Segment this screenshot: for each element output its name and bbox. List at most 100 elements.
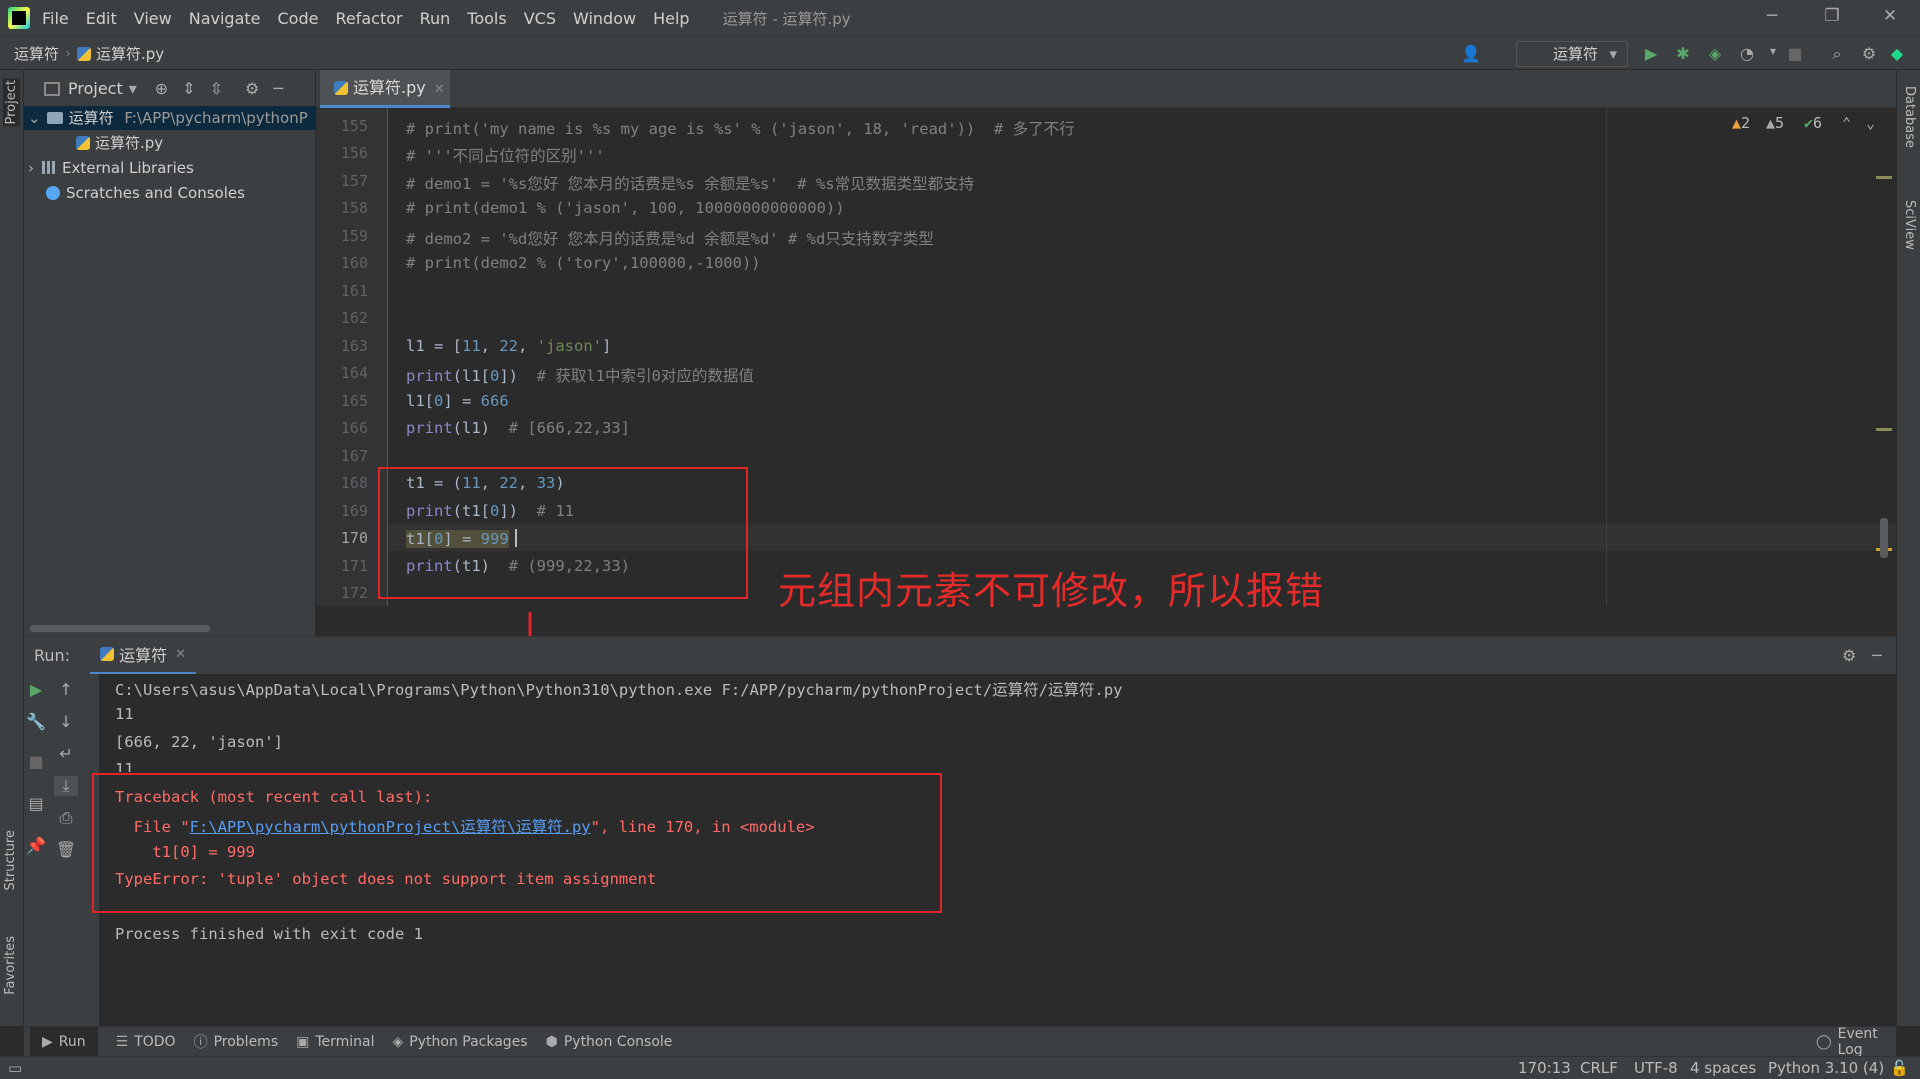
locate-icon[interactable]: ⊕ <box>155 79 168 98</box>
trash-icon[interactable]: 🗑 <box>54 840 78 859</box>
external-libraries-label: External Libraries <box>62 159 194 177</box>
tab-terminal[interactable]: ▣ Terminal <box>296 1034 374 1050</box>
tree-item-root[interactable]: ⌄ 运算符 F:\APP\pycharm\pythonP <box>24 106 316 130</box>
tab-run[interactable]: ▶ Run <box>30 1026 98 1057</box>
chevron-down-icon[interactable]: ▾ <box>129 79 137 98</box>
line-number: 171 <box>340 557 368 575</box>
weak-warning-icon[interactable]: ▲5 <box>1766 114 1784 132</box>
menu-navigate[interactable]: Navigate <box>189 9 261 28</box>
menu-file[interactable]: File <box>42 9 69 28</box>
tab-problems[interactable]: ⓘ Problems <box>194 1032 279 1052</box>
line-number: 165 <box>340 392 368 410</box>
arrow-up-icon[interactable]: ↑ <box>54 680 78 699</box>
user-icon[interactable]: 👤 <box>1460 44 1482 63</box>
rerun-icon[interactable]: ▶ <box>24 680 48 699</box>
structure-tool-tab[interactable]: Structure <box>3 830 18 890</box>
warning-icon[interactable]: ▲2 <box>1732 114 1750 132</box>
process-finished: Process finished with exit code 1 <box>115 925 423 943</box>
debug-icon[interactable]: ✱ <box>1672 44 1694 63</box>
horizontal-scrollbar[interactable] <box>30 625 210 632</box>
line-separator[interactable]: CRLF <box>1580 1059 1618 1077</box>
tab-file[interactable]: 运算符.py ✕ <box>320 70 450 108</box>
menu-run[interactable]: Run <box>420 9 451 28</box>
layout-toggle-icon[interactable]: ▭ <box>8 1059 22 1077</box>
python-file-icon <box>334 81 348 95</box>
breadcrumb-project[interactable]: 运算符 <box>14 43 59 64</box>
stop-icon[interactable]: ■ <box>1784 44 1806 63</box>
weak-warning-count: 5 <box>1775 114 1785 132</box>
hide-panel-icon[interactable]: ─ <box>273 79 283 98</box>
run-config-select[interactable]: 运算符 <box>1516 41 1628 67</box>
error-stripe-marker[interactable] <box>1876 428 1892 431</box>
typo-ok-icon[interactable]: ✔6 <box>1804 114 1822 132</box>
soft-wrap-icon[interactable]: ↵ <box>54 744 78 763</box>
code-line-166: print(l1) # [666,22,33] <box>406 419 630 437</box>
chevron-right-icon[interactable]: › <box>28 159 34 177</box>
favorites-tool-tab[interactable]: Favorites <box>3 936 18 995</box>
annotation-box-traceback <box>92 773 942 913</box>
gear-icon[interactable]: ⚙ <box>245 79 259 98</box>
menu-code[interactable]: Code <box>278 9 319 28</box>
python-file-icon <box>100 647 115 661</box>
close-icon[interactable]: ✕ <box>1878 6 1902 26</box>
expand-all-icon[interactable]: ⇕ <box>182 79 195 98</box>
code-comment: # [666,22,33] <box>508 419 630 437</box>
restore-icon[interactable]: ❐ <box>1820 6 1844 26</box>
database-tool-tab[interactable]: Database <box>1902 86 1917 148</box>
arrow-down-icon[interactable]: ↓ <box>54 712 78 731</box>
scroll-to-end-icon[interactable]: ⤓ <box>54 776 78 796</box>
hide-panel-icon[interactable]: ─ <box>1872 646 1882 665</box>
python-interpreter[interactable]: Python 3.10 (4) <box>1768 1059 1884 1077</box>
coverage-icon[interactable]: ◈ <box>1704 44 1726 63</box>
tab-todo[interactable]: ☰ TODO <box>116 1034 176 1050</box>
plugin-icon[interactable]: ◆ <box>1886 44 1908 63</box>
vertical-scrollbar[interactable] <box>1880 518 1888 558</box>
layout-icon[interactable]: ▤ <box>24 794 48 813</box>
profile-icon[interactable]: ◔ <box>1736 44 1758 63</box>
menu-tools[interactable]: Tools <box>467 9 506 28</box>
menu-refactor[interactable]: Refactor <box>335 9 402 28</box>
pin-icon[interactable]: 📌 <box>24 836 48 855</box>
tree-item-external-libraries[interactable]: › External Libraries <box>24 156 316 180</box>
minimize-icon[interactable]: ─ <box>1760 6 1784 26</box>
tab-event-log[interactable]: ◯ Event Log <box>1816 1026 1896 1058</box>
tab-run-config[interactable]: 运算符 ✕ <box>90 637 196 675</box>
breadcrumb-file[interactable]: 运算符.py <box>77 43 164 64</box>
project-panel-title[interactable]: Project <box>68 79 123 98</box>
gear-icon[interactable]: ⚙ <box>1842 646 1856 665</box>
tree-item-scratches[interactable]: Scratches and Consoles <box>24 181 316 205</box>
run-label: Run: <box>34 646 71 665</box>
collapse-all-icon[interactable]: ⇳ <box>210 79 223 98</box>
menu-help[interactable]: Help <box>653 9 689 28</box>
menu-vcs[interactable]: VCS <box>524 9 556 28</box>
sciview-tool-tab[interactable]: SciView <box>1902 200 1917 250</box>
more-run-icon[interactable]: ▾ <box>1762 44 1784 58</box>
chevron-down-icon[interactable]: ⌄ <box>28 109 41 127</box>
caret-position[interactable]: 170:13 <box>1518 1059 1571 1077</box>
root-path: F:\APP\pycharm\pythonP <box>124 109 308 127</box>
settings-gear-icon[interactable]: ⚙ <box>1858 44 1880 63</box>
chevron-up-icon[interactable]: ⌃ <box>1842 114 1851 132</box>
menu-window[interactable]: Window <box>573 9 636 28</box>
indent-setting[interactable]: 4 spaces <box>1690 1059 1756 1077</box>
print-icon[interactable]: ⎙ <box>54 808 78 828</box>
file-encoding[interactable]: UTF-8 <box>1634 1059 1678 1077</box>
tab-python-packages[interactable]: ◈ Python Packages <box>393 1034 528 1050</box>
tab-python-console[interactable]: ⬢ Python Console <box>546 1034 673 1050</box>
menu-edit[interactable]: Edit <box>86 9 117 28</box>
wrench-icon[interactable]: 🔧 <box>24 712 48 731</box>
run-icon[interactable]: ▶ <box>1640 44 1662 63</box>
lock-icon[interactable]: 🔓 <box>1890 1059 1909 1077</box>
menu-view[interactable]: View <box>134 9 172 28</box>
run-panel-header: Run: 运算符 ✕ ⚙ ─ <box>24 636 1896 675</box>
python-file-icon <box>76 136 90 150</box>
tree-item-file[interactable]: 运算符.py <box>24 131 316 155</box>
error-stripe-marker[interactable] <box>1876 176 1892 179</box>
chevron-down-icon[interactable]: ⌄ <box>1866 114 1875 132</box>
code-line-160: # print(demo2 % ('tory',100000,-1000)) <box>406 254 761 272</box>
search-icon[interactable]: ⌕ <box>1826 44 1848 64</box>
project-tool-tab[interactable]: Project <box>3 78 20 127</box>
close-tab-icon[interactable]: ✕ <box>175 647 186 662</box>
close-tab-icon[interactable]: ✕ <box>434 82 445 97</box>
stop-icon[interactable]: ■ <box>24 752 48 771</box>
